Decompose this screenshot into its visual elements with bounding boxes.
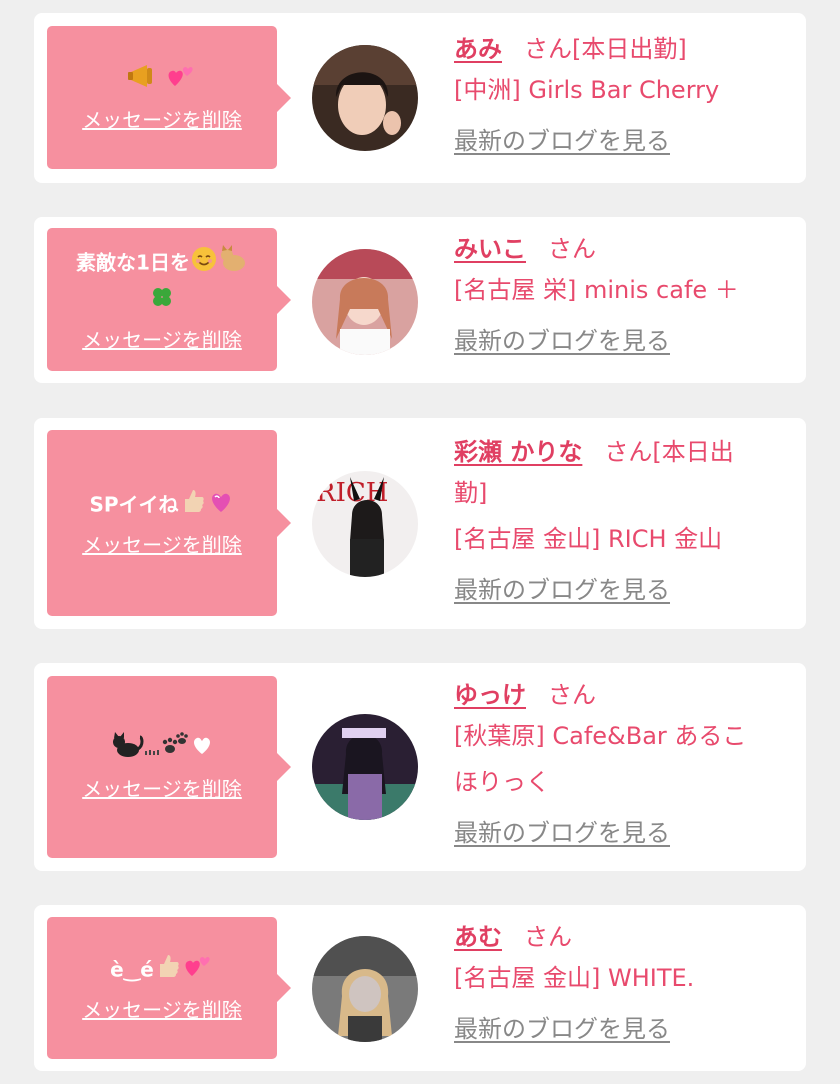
- cast-name-link[interactable]: ゆっけ: [454, 681, 526, 709]
- latest-blog-link[interactable]: 最新のブログを見る: [454, 121, 670, 156]
- shop-name: [名古屋 金山] RICH 金山: [454, 525, 723, 553]
- cat-icon: [218, 245, 248, 283]
- delete-message-link[interactable]: メッセージを削除: [82, 106, 242, 134]
- shop-name: [秋葉原] Cafe&Bar あるこ: [454, 722, 747, 750]
- thumbs-up-icon: [179, 487, 207, 525]
- message-bubble: メッセージを削除: [47, 676, 291, 858]
- message-bubble: 素敵な1日を メッセージを削除: [47, 228, 291, 371]
- cast-info: みいこ さん [名古屋 栄] minis cafe ＋ 最新のブログを見る: [454, 231, 782, 356]
- status-continuation: 勤]: [454, 479, 488, 507]
- cast-avatar[interactable]: [312, 249, 418, 355]
- cast-avatar[interactable]: [312, 714, 418, 820]
- delete-message-link[interactable]: メッセージを削除: [82, 326, 242, 354]
- megaphone-icon: [127, 62, 159, 100]
- honorific-status: さん[本日出: [604, 438, 734, 466]
- two-hearts-icon: [165, 62, 197, 100]
- shop-name-continuation: ほりっく: [454, 768, 550, 796]
- cast-card: メッセージを削除 あみ さん[本日出勤] [中洲] Girls Bar Cherr…: [34, 13, 806, 183]
- motion-lines-icon: [144, 733, 160, 767]
- shop-name: [名古屋 栄] minis cafe ＋: [454, 276, 739, 304]
- latest-blog-link[interactable]: 最新のブログを見る: [454, 813, 670, 848]
- four-leaf-clover-icon: [149, 284, 175, 320]
- cast-info: あむ さん [名古屋 金山] WHITE. 最新のブログを見る: [454, 919, 782, 1044]
- cast-info: 彩瀬 かりな さん[本日出 勤] [名古屋 金山] RICH 金山 最新のブログを…: [454, 434, 782, 605]
- cast-name-link[interactable]: みいこ: [454, 235, 526, 263]
- honorific: さん: [548, 681, 596, 709]
- message-text: [104, 731, 220, 769]
- cast-card: 素敵な1日を メッセージを削除 みいこ さん [名古屋 栄] minis cafe…: [34, 217, 806, 383]
- cast-message-list: メッセージを削除 あみ さん[本日出勤] [中洲] Girls Bar Cherr…: [0, 0, 840, 1084]
- honorific: さん: [548, 235, 596, 263]
- cast-avatar[interactable]: [312, 936, 418, 1042]
- name-line: 彩瀬 かりな さん[本日出: [454, 434, 782, 470]
- cast-info: ゆっけ さん [秋葉原] Cafe&Bar あるこ ほりっく 最新のブログを見る: [454, 677, 782, 848]
- name-line: ゆっけ さん: [454, 677, 782, 713]
- latest-blog-link[interactable]: 最新のブログを見る: [454, 321, 670, 356]
- message-bubble: SPイイね メッセージを削除: [47, 430, 291, 616]
- thumbs-up-icon: [154, 952, 182, 990]
- latest-blog-link[interactable]: 最新のブログを見る: [454, 570, 670, 605]
- cast-avatar[interactable]: RICH: [312, 471, 418, 577]
- cast-card: è‿é メッセージを削除 あむ さん [名古屋 金山] WHITE. 最新のブログ…: [34, 905, 806, 1071]
- message-bubble: メッセージを削除: [47, 26, 291, 169]
- heart-icon: [190, 733, 214, 767]
- message-text: SPイイね: [83, 487, 240, 525]
- name-line: みいこ さん: [454, 231, 782, 267]
- cast-name-link[interactable]: あむ: [454, 923, 502, 951]
- latest-blog-link[interactable]: 最新のブログを見る: [454, 1009, 670, 1044]
- delete-message-link[interactable]: メッセージを削除: [82, 775, 242, 803]
- message-text: è‿é: [104, 952, 220, 990]
- two-hearts-icon: [182, 952, 214, 990]
- cast-card: SPイイね メッセージを削除 RICH 彩瀬 かりな さん[本日出 勤] [名古屋…: [34, 418, 806, 629]
- message-text: 素敵な1日を: [70, 245, 254, 320]
- delete-message-link[interactable]: メッセージを削除: [82, 531, 242, 559]
- message-text: [121, 62, 204, 100]
- honorific: さん: [524, 923, 572, 951]
- cast-info: あみ さん[本日出勤] [中洲] Girls Bar Cherry 最新のブログを…: [454, 31, 782, 156]
- delete-message-link[interactable]: メッセージを削除: [82, 996, 242, 1024]
- shop-name: [中洲] Girls Bar Cherry: [454, 76, 720, 104]
- paw-prints-icon: [160, 731, 190, 769]
- black-cat-icon: [110, 731, 144, 769]
- shop-name: [名古屋 金山] WHITE.: [454, 964, 695, 992]
- name-line: あみ さん[本日出勤]: [454, 31, 782, 67]
- message-bubble: è‿é メッセージを削除: [47, 917, 291, 1059]
- name-line: あむ さん: [454, 919, 782, 955]
- cast-avatar[interactable]: [312, 45, 418, 151]
- sparkling-heart-icon: [207, 487, 235, 525]
- cast-card: メッセージを削除 ゆっけ さん [秋葉原] Cafe&Bar あるこ ほりっく 最…: [34, 663, 806, 871]
- cast-name-link[interactable]: あみ: [454, 35, 502, 63]
- honorific-status: さん[本日出勤]: [524, 35, 687, 63]
- smiling-face-icon: [190, 245, 218, 283]
- cast-name-link[interactable]: 彩瀬 かりな: [454, 438, 582, 466]
